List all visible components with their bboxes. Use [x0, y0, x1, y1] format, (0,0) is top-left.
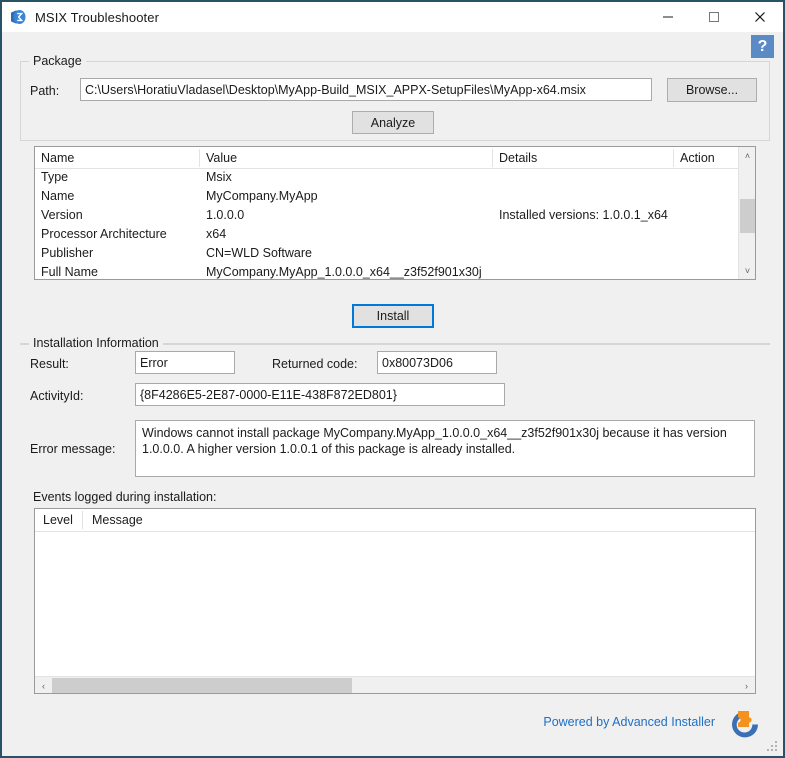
cell-details: Installed versions: 1.0.0.1_x64	[499, 208, 668, 222]
install-button[interactable]: Install	[352, 304, 434, 328]
installation-information-group-label: Installation Information	[29, 336, 163, 350]
package-group-label: Package	[29, 54, 86, 68]
returned-code-value: 0x80073D06	[377, 351, 497, 374]
error-message-value: Windows cannot install package MyCompany…	[135, 420, 755, 477]
cell-name: Type	[41, 170, 69, 184]
column-header-value[interactable]: Value	[206, 151, 237, 165]
cell-name: Processor Architecture	[41, 227, 167, 241]
table-row[interactable]: Full Name MyCompany.MyApp_1.0.0.0_x64__z…	[35, 264, 755, 279]
package-list-vertical-scrollbar[interactable]: ˄ ˅	[738, 147, 755, 279]
column-header-name[interactable]: Name	[41, 151, 74, 165]
scroll-up-icon[interactable]: ˄	[739, 147, 755, 164]
cell-name: Full Name	[41, 265, 98, 279]
resize-grip[interactable]	[767, 741, 779, 753]
table-row[interactable]: Name MyCompany.MyApp	[35, 188, 755, 207]
cell-value: 1.0.0.0	[206, 208, 245, 222]
cell-name: Name	[41, 189, 75, 203]
column-header-details[interactable]: Details	[499, 151, 537, 165]
package-details-list[interactable]: Name Value Details Action Type Msix Name…	[34, 146, 756, 280]
cell-value: x64	[206, 227, 227, 241]
result-label: Result:	[30, 357, 69, 371]
table-row[interactable]: Version 1.0.0.0 Installed versions: 1.0.…	[35, 207, 755, 226]
path-input[interactable]: C:\Users\HoratiuVladasel\Desktop\MyApp-B…	[80, 78, 652, 101]
events-log-list[interactable]: Level Message ‹ ›	[34, 508, 756, 694]
cell-value: Msix	[206, 170, 232, 184]
result-value: Error	[135, 351, 235, 374]
title-bar: MSIX Troubleshooter	[2, 2, 783, 32]
cell-value: MyCompany.MyApp	[206, 189, 318, 203]
returned-code-label: Returned code:	[272, 357, 358, 371]
browse-button[interactable]: Browse...	[667, 78, 757, 102]
cell-value: MyCompany.MyApp_1.0.0.0_x64__z3f52f901x3…	[206, 265, 482, 279]
error-message-label: Error message:	[30, 442, 116, 456]
powered-by-advanced-installer-link[interactable]: Powered by Advanced Installer	[543, 715, 715, 729]
column-header-message[interactable]: Message	[92, 513, 143, 527]
table-row[interactable]: Publisher CN=WLD Software	[35, 245, 755, 264]
table-row[interactable]: Processor Architecture x64	[35, 226, 755, 245]
maximize-button[interactable]	[691, 3, 737, 32]
analyze-button[interactable]: Analyze	[352, 111, 434, 134]
events-list-header: Level Message	[35, 509, 755, 532]
msix-app-icon	[9, 8, 27, 26]
column-header-action[interactable]: Action	[680, 151, 715, 165]
table-row[interactable]: Type Msix	[35, 169, 755, 188]
events-horizontal-scrollbar[interactable]: ‹ ›	[35, 676, 755, 693]
close-button[interactable]	[737, 3, 783, 32]
path-label: Path:	[30, 84, 60, 98]
events-log-title: Events logged during installation:	[33, 490, 217, 504]
activity-id-value: {8F4286E5-2E87-0000-E11E-438F872ED801}	[135, 383, 505, 406]
window-title: MSIX Troubleshooter	[35, 9, 160, 25]
scrollbar-thumb[interactable]	[52, 678, 352, 693]
installation-information-group: Installation Information	[20, 336, 770, 350]
column-header-level[interactable]: Level	[43, 513, 73, 527]
advanced-installer-logo	[725, 704, 761, 740]
scrollbar-thumb[interactable]	[740, 199, 755, 233]
cell-name: Publisher	[41, 246, 94, 260]
scroll-right-icon[interactable]: ›	[738, 677, 755, 693]
minimize-button[interactable]	[645, 3, 691, 32]
activity-id-label: ActivityId:	[30, 389, 84, 403]
package-list-header: Name Value Details Action	[35, 147, 755, 169]
cell-name: Version	[41, 208, 83, 222]
scroll-down-icon[interactable]: ˅	[739, 262, 755, 279]
help-button[interactable]: ?	[751, 35, 774, 58]
cell-value: CN=WLD Software	[206, 246, 312, 260]
msix-troubleshooter-window: MSIX Troubleshooter ? Package Path: C:\U…	[0, 0, 785, 758]
scroll-left-icon[interactable]: ‹	[35, 677, 52, 693]
